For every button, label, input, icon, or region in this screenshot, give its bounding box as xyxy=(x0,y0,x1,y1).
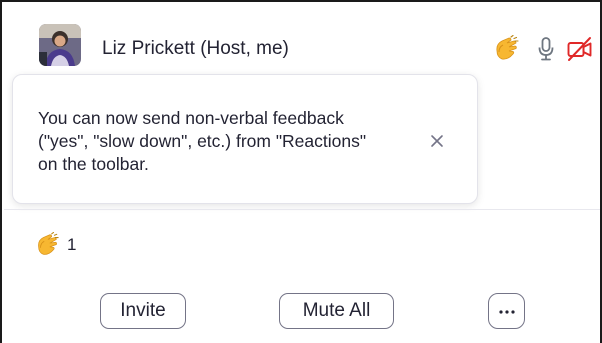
mute-all-button[interactable]: Mute All xyxy=(279,293,394,329)
tooltip-line: on the toolbar. xyxy=(38,154,149,174)
microphone-icon[interactable] xyxy=(532,35,560,63)
more-options-icon xyxy=(499,310,515,314)
reaction-count: 1 xyxy=(67,235,77,254)
clapping-hands-icon xyxy=(38,232,59,255)
participant-name: Liz Prickett (Host, me) xyxy=(102,38,289,59)
clapping-hands-icon xyxy=(496,35,519,60)
close-icon[interactable] xyxy=(427,131,447,151)
participant-row[interactable]: Liz Prickett (Host, me) xyxy=(2,2,600,72)
tooltip-message: You can now send non-verbal feedback ("y… xyxy=(38,107,408,176)
avatar xyxy=(39,24,81,66)
reactions-tooltip: You can now send non-verbal feedback ("y… xyxy=(12,74,478,204)
tooltip-line: You can now send non-verbal feedback xyxy=(38,108,344,128)
participants-panel: Liz Prickett (Host, me) You can now send… xyxy=(0,0,602,343)
invite-button[interactable]: Invite xyxy=(100,293,186,329)
tooltip-line: ("yes", "slow down", etc.) from "Reactio… xyxy=(38,131,367,151)
more-options-button[interactable] xyxy=(488,293,525,329)
video-off-icon[interactable] xyxy=(566,35,594,63)
divider xyxy=(4,209,600,210)
